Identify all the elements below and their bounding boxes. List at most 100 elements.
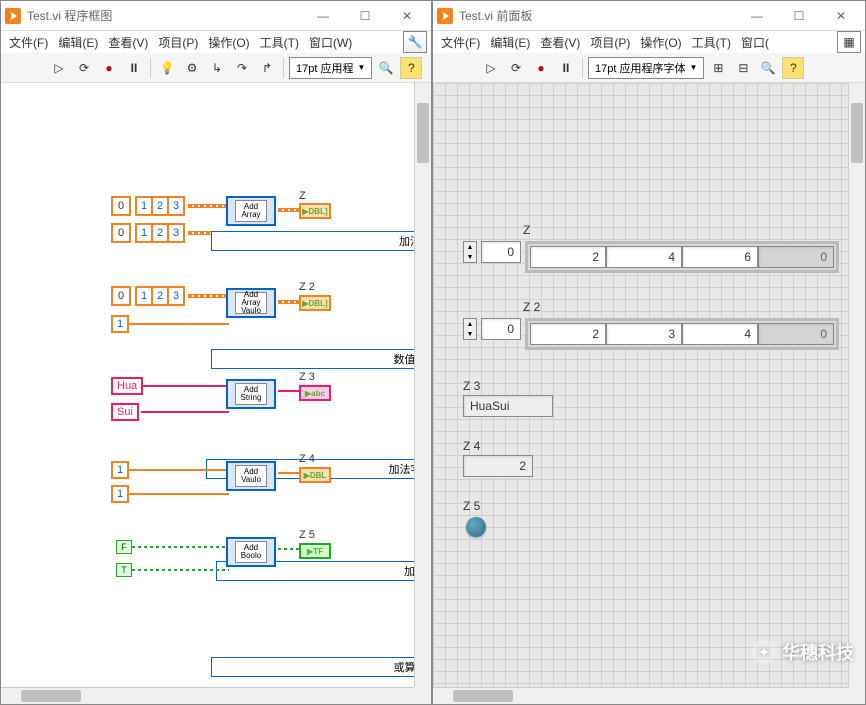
front-panel-window: Test.vi 前面板 — ☐ ✕ 文件(F) 编辑(E) 查看(V) 项目(P… [432,0,866,705]
string-constant-sui[interactable]: Sui [111,403,139,421]
menu-view[interactable]: 查看(V) [536,32,584,53]
indicator-label-z: Z [299,190,306,202]
retain-wire-button[interactable]: ⚙ [181,57,203,79]
menu-edit[interactable]: 编辑(E) [54,32,102,53]
help-button[interactable]: ? [400,57,422,79]
string-indicator-z3: HuaSui [463,395,553,417]
indicator-terminal-z4[interactable]: ▶DBL [299,467,331,483]
indicator-label-z4: Z 4 [299,453,315,465]
menu-window[interactable]: 窗口( [737,32,773,53]
label-z4: Z 4 [463,439,480,453]
numeric-constant-4b[interactable]: 1 [111,485,129,503]
index-display[interactable]: 0 [481,318,521,340]
bool-constant-f[interactable]: F [116,540,132,554]
block-diagram-window: Test.vi 程序框图 — ☐ ✕ 文件(F) 编辑(E) 查看(V) 项目(… [0,0,432,705]
close-button[interactable]: ✕ [387,4,427,28]
align-button[interactable]: ⊞ [707,57,729,79]
maximize-button[interactable]: ☐ [345,4,385,28]
watermark: ✦ 华穗科技 [752,639,854,665]
index-display[interactable]: 0 [481,241,521,263]
bool-constant-t[interactable]: T [116,563,132,577]
string-constant-hua[interactable]: Hua [111,377,143,395]
pause-button[interactable]: II [555,57,577,79]
step-out-button[interactable]: ↱ [256,57,278,79]
close-button[interactable]: ✕ [821,4,861,28]
indicator-terminal-z5[interactable]: ▶TF [299,543,331,559]
highlight-button[interactable]: 💡 [156,57,178,79]
pause-button[interactable]: II [123,57,145,79]
minimize-button[interactable]: — [737,4,777,28]
array-indicator-z[interactable]: ▲▼ 0 2 4 6 0 [463,241,839,273]
vertical-scrollbar[interactable] [848,83,865,687]
app-icon [5,8,21,24]
menu-project[interactable]: 项目(P) [586,32,634,53]
index-spinner[interactable]: ▲▼ [463,318,477,340]
block-diagram-canvas[interactable]: 0 1 2 3 0 1 2 3 Add Array 加法数组 Z ▶DBL] 0 [1,83,431,704]
menu-file[interactable]: 文件(F) [437,32,484,53]
numeric-constant-2[interactable]: 1 [111,315,129,333]
polymorphic-selector-2[interactable]: 数值加数组 [211,349,431,369]
add-bool-vi[interactable]: Add Boolo [226,537,276,567]
indicator-terminal-z2[interactable]: ▶DBL] [299,295,331,311]
array-cell-empty: 0 [758,323,834,345]
add-value-vi[interactable]: Add Vaulo [226,461,276,491]
vi-icon[interactable]: 🔧 [403,31,427,53]
run-button[interactable]: ▷ [48,57,70,79]
array-constant-2[interactable]: 0 1 2 3 [111,286,185,306]
menu-operate[interactable]: 操作(O) [636,32,685,53]
run-continuous-button[interactable]: ⟳ [505,57,527,79]
wire [143,385,229,387]
window-title: Test.vi 程序框图 [27,7,303,24]
array-constant-1a[interactable]: 0 1 2 3 [111,196,185,216]
index-spinner[interactable]: ▲▼ [463,241,477,263]
menu-tools[interactable]: 工具(T) [256,32,303,53]
minimize-button[interactable]: — [303,4,343,28]
run-continuous-button[interactable]: ⟳ [73,57,95,79]
label-z5: Z 5 [463,499,480,513]
vertical-scrollbar[interactable] [414,83,431,687]
titlebar[interactable]: Test.vi 前面板 — ☐ ✕ [433,1,865,31]
maximize-button[interactable]: ☐ [779,4,819,28]
menu-file[interactable]: 文件(F) [5,32,52,53]
vi-icon[interactable]: ▦ [837,31,861,53]
menu-project[interactable]: 项目(P) [154,32,202,53]
abort-button[interactable]: ● [530,57,552,79]
indicator-terminal-z[interactable]: ▶DBL] [299,203,331,219]
titlebar[interactable]: Test.vi 程序框图 — ☐ ✕ [1,1,431,31]
help-button[interactable]: ? [782,57,804,79]
menu-operate[interactable]: 操作(O) [204,32,253,53]
step-over-button[interactable]: ↷ [231,57,253,79]
add-array-vi[interactable]: Add Array [226,196,276,226]
step-into-button[interactable]: ↳ [206,57,228,79]
add-array-value-vi[interactable]: Add Array Vaulo [226,288,276,318]
polymorphic-selector-5[interactable]: 或算法布尔 [211,657,431,677]
font-dropdown[interactable]: 17pt 应用程序字体▼ [588,57,704,79]
array-constant-1b[interactable]: 0 1 2 3 [111,223,185,243]
horizontal-scrollbar[interactable] [433,687,848,704]
add-string-vi[interactable]: Add String [226,379,276,409]
indicator-terminal-z3[interactable]: ▶abc [299,385,331,401]
array-cell: 4 [682,323,758,345]
horizontal-scrollbar[interactable] [1,687,414,704]
array-cell: 4 [606,246,682,268]
distribute-button[interactable]: ⊟ [732,57,754,79]
run-button[interactable]: ▷ [480,57,502,79]
menu-window[interactable]: 窗口(W) [305,32,356,53]
abort-button[interactable]: ● [98,57,120,79]
array-cell: 2 [530,246,606,268]
toolbar: ▷ ⟳ ● II 💡 ⚙ ↳ ↷ ↱ 17pt 应用程▼ 🔍 ? [1,53,431,83]
font-dropdown[interactable]: 17pt 应用程▼ [289,57,372,79]
wire [278,390,300,392]
search-button[interactable]: 🔍 [375,57,397,79]
array-indicator-z2[interactable]: ▲▼ 0 2 3 4 0 [463,318,839,350]
numeric-constant-4a[interactable]: 1 [111,461,129,479]
menu-tools[interactable]: 工具(T) [688,32,735,53]
wire [188,294,228,298]
menubar: 文件(F) 编辑(E) 查看(V) 项目(P) 操作(O) 工具(T) 窗口( … [433,31,865,53]
search-button[interactable]: 🔍 [757,57,779,79]
menu-view[interactable]: 查看(V) [104,32,152,53]
numeric-indicator-z4: 2 [463,455,533,477]
polymorphic-selector-1[interactable]: 加法数组 [211,231,431,251]
menu-edit[interactable]: 编辑(E) [486,32,534,53]
front-panel-canvas[interactable]: Z ▲▼ 0 2 4 6 0 Z 2 ▲▼ 0 2 3 4 0 Z 3 HuaS [433,83,865,704]
